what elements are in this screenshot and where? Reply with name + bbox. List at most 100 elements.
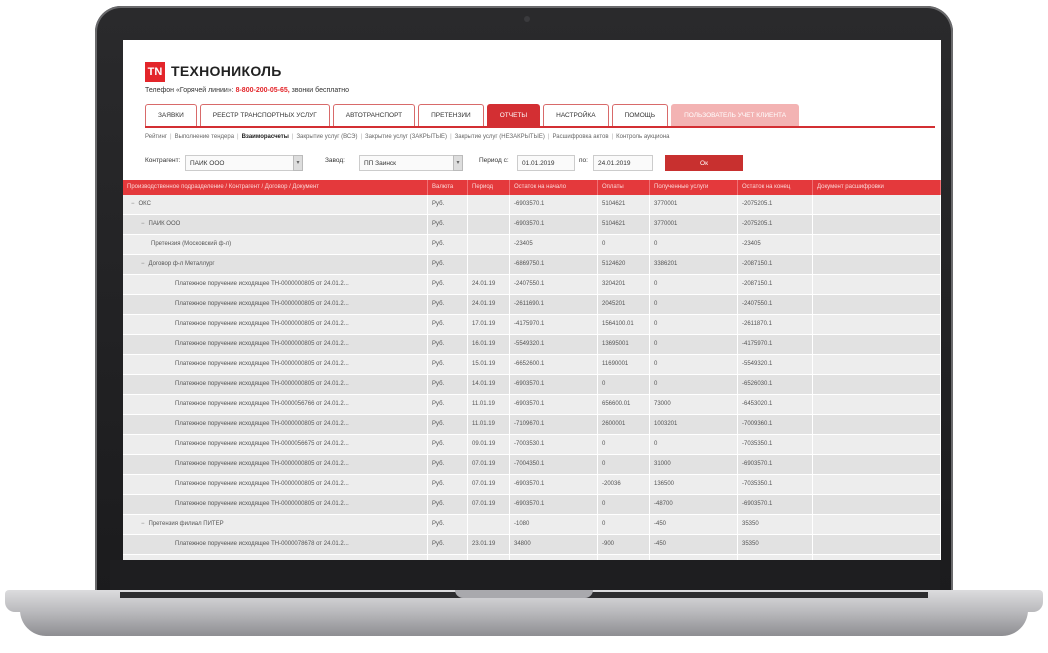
table-row[interactable]: Платежное поручение исходящее ТН-0000000… [123, 295, 941, 315]
breadcrumb-link[interactable]: Закрытие услуг (НЕЗАКРЫТЫЕ) [455, 134, 545, 140]
cell-text: -2611690.1 [514, 301, 544, 307]
tab-4[interactable]: ОТЧЕТЫ [486, 104, 541, 127]
collapse-icon[interactable]: − [141, 221, 145, 227]
breadcrumb-separator: | [547, 134, 550, 140]
period-from-input[interactable]: 01.01.2019 [517, 155, 575, 171]
table-cell: Руб. [428, 275, 468, 294]
column-header[interactable]: Валюта [428, 180, 468, 195]
cell-text: Платежное поручение исходящее ТН-0000000… [175, 501, 349, 507]
tab-6[interactable]: ПОМОЩЬ [611, 104, 669, 127]
tab-3[interactable]: ПРЕТЕНЗИИ [418, 104, 484, 127]
column-header[interactable]: Остаток на конец [738, 180, 813, 195]
table-cell: Платежное поручение исходящее ТН-0000000… [123, 555, 428, 560]
cell-text: -900 [602, 541, 615, 547]
tab-2[interactable]: АВТОТРАНСПОРТ [332, 104, 416, 127]
cell-text: 14.01.19 [472, 381, 496, 387]
cell-text: Руб. [432, 301, 445, 307]
table-cell: -1080 [510, 515, 598, 534]
breadcrumb-link[interactable]: Взаиморасчеты [242, 134, 289, 140]
cell-text: -7035350.1 [742, 441, 773, 447]
cell-text: 2045201 [602, 301, 626, 307]
collapse-icon[interactable]: − [131, 201, 135, 207]
column-header[interactable]: Полученные услуги [650, 180, 738, 195]
cell-text: Руб. [432, 401, 445, 407]
table-cell [468, 235, 510, 254]
table-cell: Руб. [428, 515, 468, 534]
table-cell: Руб. [428, 335, 468, 354]
tab-5[interactable]: НАСТРОЙКА [543, 104, 609, 127]
cell-text: Платежное поручение исходящее ТН-0000000… [175, 421, 349, 427]
table-row[interactable]: Платежное поручение исходящее ТН-0000000… [123, 495, 941, 515]
table-row[interactable]: Платежное поручение исходящее ТН-0000000… [123, 355, 941, 375]
tab-0[interactable]: ЗАЯВКИ [145, 104, 197, 127]
period-to-input[interactable]: 24.01.2019 [593, 155, 653, 171]
breadcrumb-link[interactable]: Закрытие услуг (ВСЭ) [296, 134, 357, 140]
table-cell: 07.01.19 [468, 455, 510, 474]
column-header[interactable]: Оплаты [598, 180, 650, 195]
plant-select[interactable]: ПП Заинск [359, 155, 463, 171]
table-row[interactable]: Платежное поручение исходящее ТН-0000000… [123, 455, 941, 475]
table-cell: 3770001 [650, 195, 738, 214]
table-row[interactable]: Платежное поручение исходящее ТН-0000000… [123, 475, 941, 495]
cell-text: -6903570.1 [742, 501, 773, 507]
table-row[interactable]: Платежное поручение исходящее ТН-0000000… [123, 375, 941, 395]
breadcrumb-link[interactable]: Контроль аукциона [616, 134, 669, 140]
chevron-down-icon[interactable]: ▾ [453, 155, 463, 171]
cell-text: 0 [602, 501, 606, 507]
counterparty-select[interactable]: ПАИК ООО [185, 155, 303, 171]
table-cell: 1564100.01 [598, 315, 650, 334]
column-header[interactable]: Остаток на начало [510, 180, 598, 195]
table-cell: -450 [650, 515, 738, 534]
table-cell: 35350 [738, 515, 813, 534]
cell-text: -6526030.1 [742, 381, 773, 387]
tab-1[interactable]: РЕЕСТР ТРАНСПОРТНЫХ УСЛУГ [199, 104, 330, 127]
table-cell: Платежное поручение исходящее ТН-0000000… [123, 415, 428, 434]
table-cell: -6903570.1 [510, 395, 598, 414]
cell-text: 24.01.19 [472, 301, 496, 307]
hotline: Телефон «Горячей линии»: 8-800-200-05-65… [145, 87, 349, 94]
table-header: Производственное подразделение / Контраг… [123, 180, 941, 195]
cell-text: 0 [602, 241, 606, 247]
ok-button[interactable]: Ок [665, 155, 743, 171]
cell-text: 15.01.19 [472, 361, 496, 367]
breadcrumb-link[interactable]: Рейтинг [145, 134, 167, 140]
table-cell: -6903570.1 [738, 495, 813, 514]
cell-text: Руб. [432, 441, 445, 447]
table-row[interactable]: Платежное поручение исходящее ТН-0000000… [123, 315, 941, 335]
table-cell: -6869750.1 [510, 255, 598, 274]
breadcrumb-link[interactable]: Закрытие услуг (ЗАКРЫТЫЕ) [365, 134, 447, 140]
table-row[interactable]: − Претензия филиал ПИТЕР Руб. -1080 0 -450 353… [123, 515, 941, 535]
column-header[interactable]: Период [468, 180, 510, 195]
cell-text: -2075205.1 [742, 221, 773, 227]
table-row[interactable]: Платежное поручение исходящее ТН-0000000… [123, 275, 941, 295]
column-header[interactable]: Производственное подразделение / Контраг… [123, 180, 428, 195]
table-row[interactable]: − ОКС Руб. -6903570.1 5104621 3770001 -2075205… [123, 195, 941, 215]
chevron-down-icon[interactable]: ▾ [293, 155, 303, 171]
table-row[interactable]: Платежное поручение исходящее ТН-0000000… [123, 415, 941, 435]
tab-7[interactable]: ПОЛЬЗОВАТЕЛЬ УЧЕТ КЛИЕНТА [671, 104, 800, 127]
table-row[interactable]: − Договор ф-л Металлург Руб. -6869750.1 5124… [123, 255, 941, 275]
cell-text: 0 [602, 521, 606, 527]
table-row[interactable]: Платежное поручение исходящее ТН-0000000… [123, 335, 941, 355]
breadcrumb-link[interactable]: Расшифровка актов [552, 134, 608, 140]
breadcrumb-link[interactable]: Выполнение тендера [175, 134, 234, 140]
table-row[interactable]: − ПАИК ООО Руб. -6903570.1 5104621 3770001 -20… [123, 215, 941, 235]
collapse-icon[interactable]: − [141, 521, 145, 527]
cell-text: Претензия (Московский ф-л) [151, 241, 232, 247]
table-cell: Платежное поручение исходящее ТН-0000000… [123, 475, 428, 494]
table-cell: 35350 [738, 535, 813, 554]
cell-text: 0 [654, 441, 658, 447]
cell-text: -48700 [654, 501, 673, 507]
table-cell: 0 [650, 435, 738, 454]
table-cell: Руб. [428, 195, 468, 214]
table-row[interactable]: Платежное поручение исходящее ТН-0000000… [123, 555, 941, 560]
column-header[interactable]: Документ расшифровки [813, 180, 941, 195]
table-row[interactable]: Платежное поручение исходящее ТН-0000078… [123, 535, 941, 555]
table-row[interactable]: Претензия (Московский ф-л) Руб. -23405 0 0 -2… [123, 235, 941, 255]
table-cell: 11690001 [598, 355, 650, 374]
collapse-icon[interactable]: − [141, 261, 145, 267]
table-cell: -6652600.1 [510, 355, 598, 374]
table-cell: 5104621 [598, 215, 650, 234]
table-row[interactable]: Платежное поручение исходящее ТН-0000056… [123, 395, 941, 415]
table-row[interactable]: Платежное поручение исходящее ТН-0000056… [123, 435, 941, 455]
